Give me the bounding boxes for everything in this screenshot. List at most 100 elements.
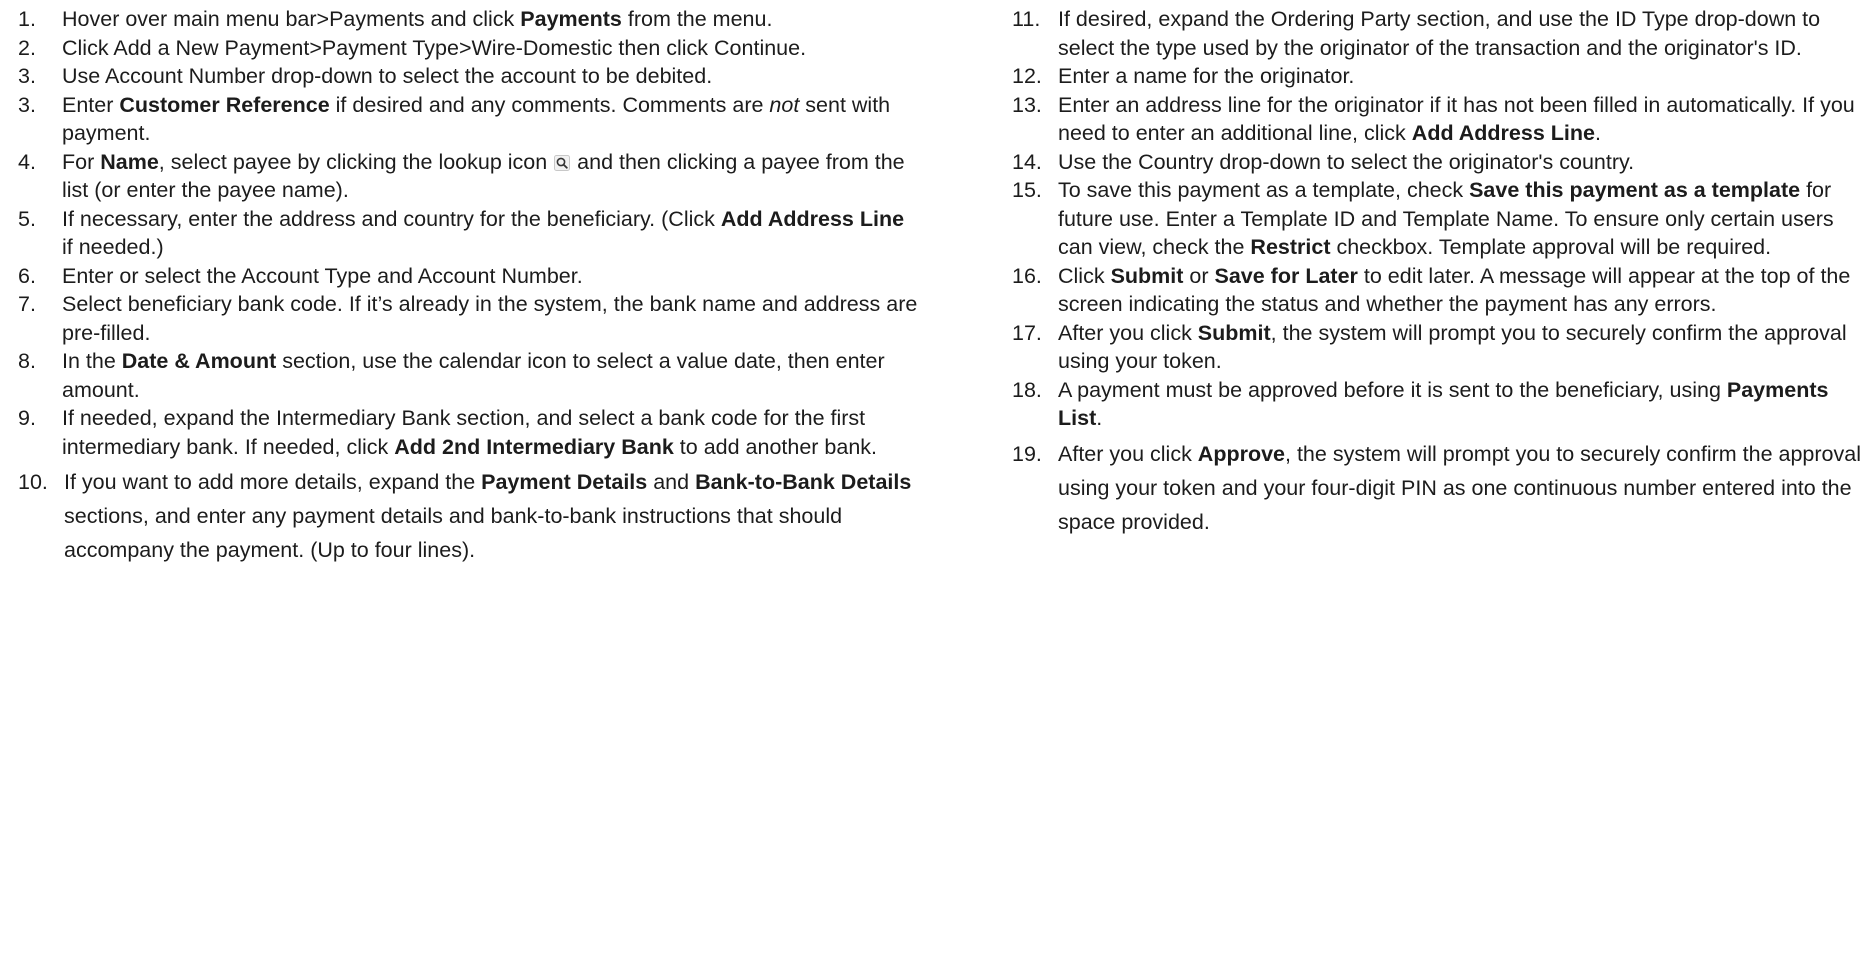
step-text-segment: , select payee by clicking the lookup ic… (158, 149, 554, 174)
step-text-segment: After you click (1058, 441, 1198, 466)
step-text: Enter a name for the originator. (1058, 62, 1862, 91)
bold-term: Restrict (1250, 235, 1331, 259)
step-number: 11. (1012, 7, 1041, 31)
instruction-step: 12. Enter a name for the originator. (1012, 62, 1862, 91)
step-text-segment: Use the Country drop-down to select the … (1058, 149, 1635, 174)
step-text-segment: and (647, 470, 696, 494)
step-text: Select beneficiary bank code. If it’s al… (62, 290, 918, 347)
right-column-steps: 11. If desired, expand the Ordering Party… (1012, 5, 1862, 539)
bold-term: Payment Details (481, 470, 648, 494)
step-number: 12. (1012, 64, 1042, 88)
step-text-segment: Use Account Number drop-down to select t… (62, 64, 713, 88)
step-text: A payment must be approved before it is … (1058, 376, 1862, 433)
step-text-segment: to add another bank. (673, 434, 878, 459)
step-number: 17. (1012, 320, 1042, 345)
instruction-step: 8. In the Date & Amount section, use the … (18, 347, 918, 404)
bold-term: Submit (1197, 320, 1271, 345)
step-number: 19. (1012, 441, 1042, 466)
instruction-step: 10. If you want to add more details, expa… (18, 465, 918, 567)
step-text-segment: Select beneficiary bank code. If it’s al… (62, 292, 918, 345)
step-number: 5. (18, 206, 36, 231)
step-text-segment: For (62, 149, 101, 174)
step-number: 3. (18, 64, 36, 88)
lookup-icon (554, 150, 571, 171)
step-number: 3. (18, 92, 36, 117)
step-text-segment: Enter (62, 92, 120, 117)
step-number: 9. (18, 406, 36, 430)
step-text-segment: If you want to add more details, expand … (64, 470, 482, 494)
step-text: If needed, expand the Intermediary Bank … (62, 404, 918, 461)
instruction-step: 11. If desired, expand the Ordering Party… (1012, 5, 1862, 62)
step-text: Enter or select the Account Type and Acc… (62, 262, 918, 291)
step-number: 4. (18, 149, 36, 174)
instruction-step: 3. Use Account Number drop-down to select… (18, 62, 918, 91)
step-text: After you click Approve, the system will… (1058, 437, 1862, 539)
step-text-segment: If necessary, enter the address and coun… (62, 206, 721, 231)
step-text: Enter an address line for the originator… (1058, 91, 1862, 148)
step-number: 8. (18, 349, 36, 373)
step-text: If necessary, enter the address and coun… (62, 205, 918, 262)
bold-term: Customer Reference (119, 92, 330, 117)
step-number: 6. (18, 263, 36, 288)
step-text-segment: if needed.) (62, 235, 164, 259)
bold-term: Date & Amount (121, 349, 277, 373)
left-column-steps: 1. Hover over main menu bar>Payments and … (18, 5, 918, 567)
step-number: 1. (18, 7, 36, 31)
step-text-segment: if desired and any comments. Comments ar… (329, 92, 770, 117)
step-text-segment: Enter a name for the originator. (1058, 64, 1355, 88)
step-text: Click Submit or Save for Later to edit l… (1058, 262, 1862, 319)
bold-term: Name (100, 149, 159, 174)
step-number: 7. (18, 292, 36, 316)
step-text: To save this payment as a template, chec… (1058, 176, 1862, 262)
instruction-step: 1. Hover over main menu bar>Payments and … (18, 5, 918, 34)
step-text-segment: . (1096, 406, 1103, 430)
instructions-page: 1. Hover over main menu bar>Payments and … (0, 0, 1866, 965)
step-text-segment: checkbox. Template approval will be requ… (1330, 235, 1772, 259)
instruction-step: 18. A payment must be approved before it … (1012, 376, 1862, 433)
step-text: If desired, expand the Ordering Party se… (1058, 5, 1862, 62)
step-number: 2. (18, 35, 36, 60)
step-text-segment: Enter or select the Account Type and Acc… (62, 263, 583, 288)
bold-term: Payments (520, 7, 622, 31)
bold-term: Add Address Line (1411, 121, 1595, 145)
bold-term: Approve (1197, 441, 1286, 466)
step-text-segment: After you click (1058, 320, 1198, 345)
instruction-step: 7. Select beneficiary bank code. If it’s … (18, 290, 918, 347)
bold-term: Save this payment as a template (1469, 178, 1801, 202)
step-number: 14. (1012, 149, 1042, 174)
bold-term: Save for Later (1214, 263, 1358, 288)
instruction-step: 16. Click Submit or Save for Later to edi… (1012, 262, 1862, 319)
step-text: Use Account Number drop-down to select t… (62, 62, 918, 91)
instruction-step: 9. If needed, expand the Intermediary Ba… (18, 404, 918, 461)
step-text-segment: If desired, expand the Ordering Party se… (1058, 7, 1821, 60)
step-text-segment: To save this payment as a template, chec… (1058, 178, 1470, 202)
step-text-segment: In the (62, 349, 122, 373)
instruction-step: 14. Use the Country drop-down to select t… (1012, 148, 1862, 177)
instruction-step: 15. To save this payment as a template, c… (1012, 176, 1862, 262)
step-text-segment: sections, and enter any payment details … (64, 504, 843, 562)
step-text-segment: . (1594, 121, 1601, 145)
step-text: Click Add a New Payment>Payment Type>Wir… (62, 34, 918, 63)
step-text-segment: Click (1058, 263, 1111, 288)
step-text-segment: Hover over main menu bar>Payments and cl… (62, 7, 521, 31)
step-text-segment: A payment must be approved before it is … (1058, 377, 1727, 402)
instruction-step: 13. Enter an address line for the origina… (1012, 91, 1862, 148)
step-text: If you want to add more details, expand … (64, 465, 918, 567)
instruction-step: 2. Click Add a New Payment>Payment Type>W… (18, 34, 918, 63)
bold-term: Add 2nd Intermediary Bank (394, 434, 674, 459)
instruction-step: 5. If necessary, enter the address and co… (18, 205, 918, 262)
step-text: Use the Country drop-down to select the … (1058, 148, 1862, 177)
instruction-step: 4. For Name, select payee by clicking the… (18, 148, 918, 205)
emphasis-text: not (769, 92, 800, 117)
bold-term: Add Address Line (720, 206, 905, 231)
instruction-step: 19. After you click Approve, the system w… (1012, 437, 1862, 539)
step-number: 16. (1012, 263, 1042, 288)
step-text-segment: from the menu. (621, 7, 773, 31)
step-text-segment: Click Add a New Payment>Payment Type>Wir… (62, 35, 807, 60)
instruction-step: 17. After you click Submit, the system wi… (1012, 319, 1862, 376)
step-text: Enter Customer Reference if desired and … (62, 91, 918, 148)
step-text: Hover over main menu bar>Payments and cl… (62, 5, 918, 34)
step-text: After you click Submit, the system will … (1058, 319, 1862, 376)
step-number: 10. (18, 470, 48, 494)
step-number: 13. (1012, 92, 1042, 117)
